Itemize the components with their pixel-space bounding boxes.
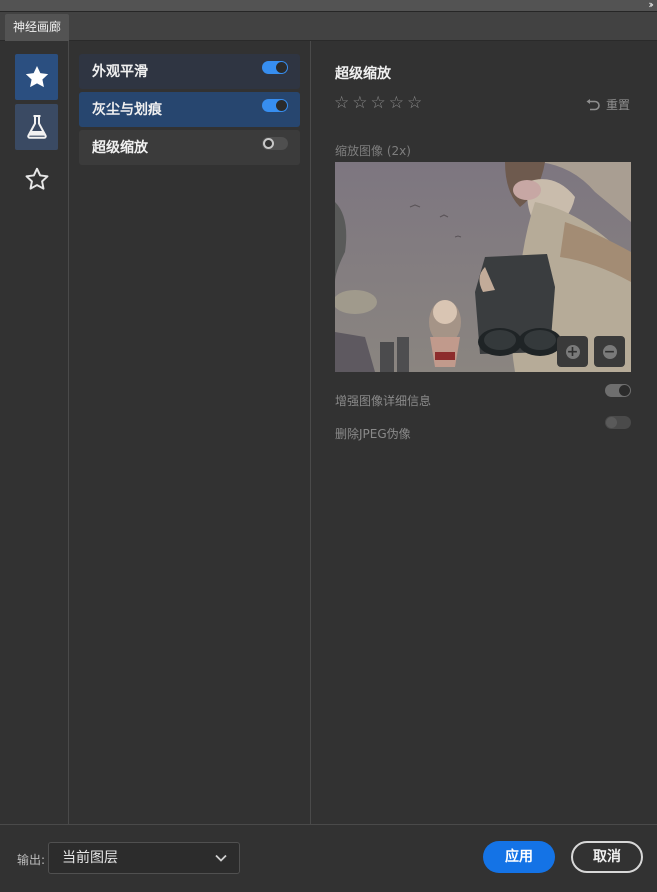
rating-star-icon[interactable]: ☆ (389, 94, 404, 112)
star-outline-icon (25, 167, 48, 190)
remove-jpeg-artifacts-label: 删除JPEG伪像 (335, 427, 411, 441)
chevron-down-icon (215, 854, 227, 862)
reset-label: 重置 (605, 98, 630, 112)
tab-neural-filters[interactable]: 神经画廊 (5, 14, 70, 41)
plus-circle-icon: + (565, 343, 580, 360)
reset-button[interactable]: 重置 (586, 96, 630, 113)
minus-circle-icon: − (602, 343, 617, 360)
apply-button[interactable]: 应用 (483, 841, 555, 873)
filter-item-super-zoom[interactable]: 超级缩放 (79, 130, 300, 165)
flask-icon (26, 115, 47, 139)
filter-label: 超级缩放 (92, 140, 148, 156)
remove-jpeg-artifacts-toggle[interactable] (605, 416, 631, 429)
output-select-value: 当前图层 (62, 850, 118, 866)
filter-title: 超级缩放 (335, 66, 391, 82)
cancel-button[interactable]: 取消 (571, 841, 643, 873)
zoom-in-button[interactable]: + (557, 336, 588, 367)
rating-star-icon[interactable]: ☆ (352, 94, 367, 112)
filter-list: 外观平滑 灰尘与划痕 超级缩放 (69, 41, 311, 824)
filter-item-dust-scratches[interactable]: 灰尘与划痕 (79, 92, 300, 127)
star-filled-icon (25, 65, 48, 88)
output-select[interactable]: 当前图层 (48, 842, 240, 874)
panel-top-strip: ›› (0, 0, 657, 12)
category-sidebar (0, 41, 69, 824)
filter-detail-panel: 超级缩放 ☆ ☆ ☆ ☆ ☆ 重置 缩放图像 (2x) + − 增强图像详细信息… (312, 41, 657, 824)
filter-toggle[interactable] (262, 99, 288, 112)
filter-label: 外观平滑 (92, 64, 148, 80)
wishlist-filters-button[interactable] (15, 156, 58, 202)
footer-bar: 输出: 当前图层 应用 取消 (0, 824, 657, 892)
enhance-details-label: 增强图像详细信息 (335, 394, 432, 408)
beta-filters-button[interactable] (15, 104, 58, 150)
tab-bar: 神经画廊 (0, 12, 657, 41)
output-label: 输出: (17, 853, 46, 867)
filter-label: 灰尘与划痕 (92, 102, 162, 118)
preview-label: 缩放图像 (2x) (335, 144, 411, 158)
filter-toggle[interactable] (262, 137, 288, 150)
filter-toggle[interactable] (262, 61, 288, 74)
undo-icon (586, 98, 600, 110)
rating-stars: ☆ ☆ ☆ ☆ ☆ (334, 94, 422, 112)
collapse-panel-icon[interactable]: ›› (648, 0, 654, 11)
rating-star-icon[interactable]: ☆ (407, 94, 422, 112)
zoom-out-button[interactable]: − (594, 336, 625, 367)
rating-star-icon[interactable]: ☆ (371, 94, 386, 112)
zoom-preview-image[interactable]: + − (335, 162, 631, 372)
filter-item-skin-smoothing[interactable]: 外观平滑 (79, 54, 300, 89)
rating-star-icon[interactable]: ☆ (334, 94, 349, 112)
enhance-details-toggle[interactable] (605, 384, 631, 397)
featured-filters-button[interactable] (15, 54, 58, 100)
